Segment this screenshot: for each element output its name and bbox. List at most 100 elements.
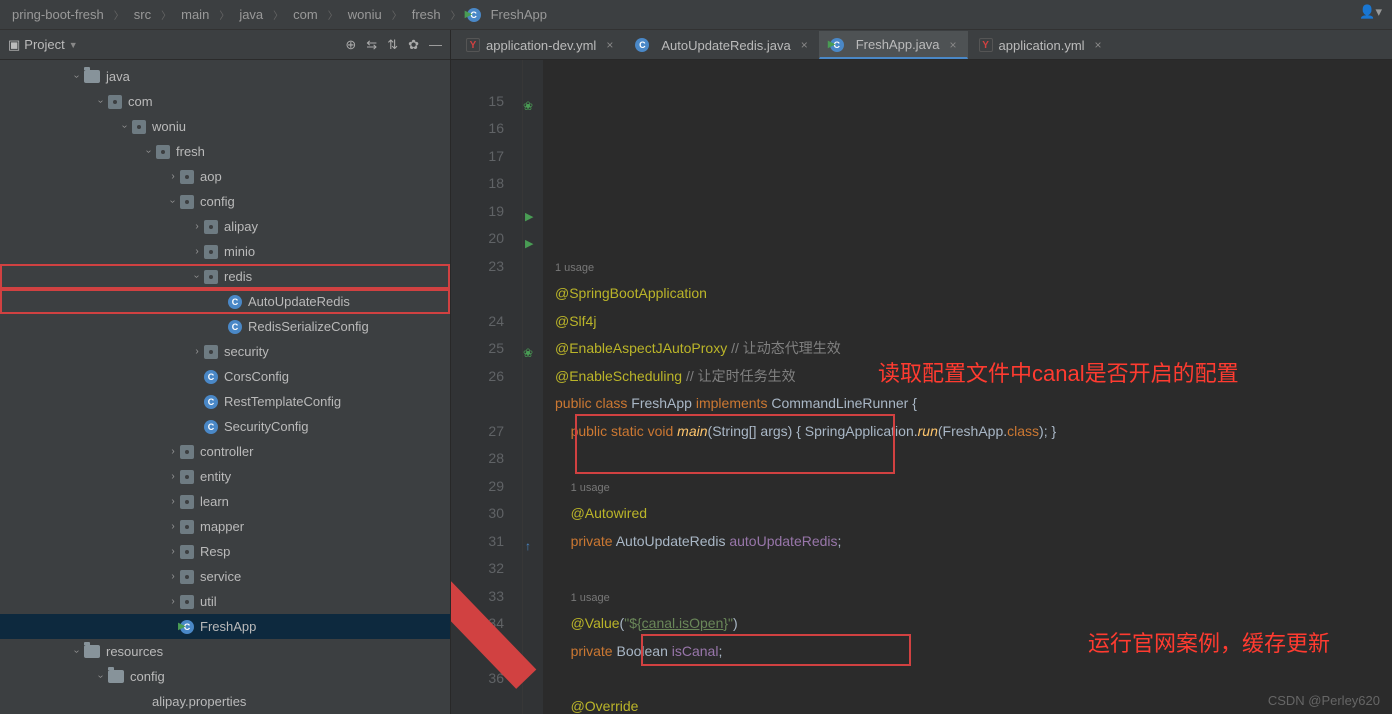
- tree-item-service[interactable]: service: [0, 564, 450, 589]
- code-line[interactable]: public static void main(String[] args) {…: [555, 418, 1392, 446]
- folder-icon: [108, 670, 124, 683]
- tree-item-freshapp[interactable]: FreshApp: [0, 614, 450, 639]
- breadcrumb-item[interactable]: src: [130, 7, 155, 22]
- yaml-icon: [466, 38, 480, 52]
- tree-item-resp[interactable]: Resp: [0, 539, 450, 564]
- code-line[interactable]: @Slf4j: [555, 308, 1392, 336]
- tree-label: AutoUpdateRedis: [248, 294, 350, 309]
- breadcrumb-item[interactable]: java: [235, 7, 267, 22]
- close-icon[interactable]: ×: [801, 38, 808, 52]
- settings-icon[interactable]: ✿: [408, 37, 419, 53]
- class-icon: [228, 320, 242, 334]
- run-icon: [180, 620, 194, 634]
- tree-item-java[interactable]: java: [0, 64, 450, 89]
- locate-icon[interactable]: ⊕: [345, 37, 356, 53]
- tree-item-autoupdateredis[interactable]: AutoUpdateRedis: [0, 289, 450, 314]
- breadcrumb-item[interactable]: pring-boot-fresh: [8, 7, 108, 22]
- tab-AutoUpdateRedis.java[interactable]: AutoUpdateRedis.java×: [624, 31, 818, 59]
- class-icon: [204, 420, 218, 434]
- code-line[interactable]: 1 usage: [555, 473, 1392, 501]
- code-line[interactable]: private Boolean isCanal;: [555, 638, 1392, 666]
- breadcrumb-item[interactable]: com: [289, 7, 322, 22]
- tree-item-minio[interactable]: minio: [0, 239, 450, 264]
- class-icon: [228, 295, 242, 309]
- code-line[interactable]: @EnableScheduling // 让定时任务生效: [555, 363, 1392, 391]
- tree-item-resttemplateconfig[interactable]: RestTemplateConfig: [0, 389, 450, 414]
- code-line[interactable]: 1 usage: [555, 253, 1392, 281]
- tree-label: config: [200, 194, 235, 209]
- project-sidebar: ▣ Project ▼ ⊕ ⇆ ⇅ ✿ — java com woniu fresh a…: [0, 30, 451, 714]
- tree-label: mapper: [200, 519, 244, 534]
- tree-item-com[interactable]: com: [0, 89, 450, 114]
- tree-item-aop[interactable]: aop: [0, 164, 450, 189]
- tree-item-config[interactable]: config: [0, 664, 450, 689]
- tree-label: SecurityConfig: [224, 419, 309, 434]
- class-icon: [635, 38, 649, 52]
- code-line[interactable]: @Autowired: [555, 500, 1392, 528]
- project-tree[interactable]: java com woniu fresh aop config alipay minio red…: [0, 60, 450, 714]
- folder-icon: [84, 645, 100, 658]
- tab-application-dev.yml[interactable]: application-dev.yml×: [455, 31, 624, 59]
- watermark: CSDN @Perley620: [1268, 693, 1380, 708]
- close-icon[interactable]: ×: [950, 38, 957, 52]
- tree-label: resources: [106, 644, 163, 659]
- code-line[interactable]: 1 usage: [555, 583, 1392, 611]
- tree-item-resources[interactable]: resources: [0, 639, 450, 664]
- code-line[interactable]: @Override: [555, 693, 1392, 714]
- tree-item-alipay.properties[interactable]: alipay.properties: [0, 689, 450, 714]
- tree-item-util[interactable]: util: [0, 589, 450, 614]
- project-view-icon[interactable]: ▣: [8, 37, 20, 53]
- tree-label: redis: [224, 269, 252, 284]
- tree-label: entity: [200, 469, 231, 484]
- user-icon[interactable]: 👤▾: [1359, 4, 1382, 20]
- expand-icon[interactable]: ⇆: [366, 37, 377, 53]
- tree-item-corsconfig[interactable]: CorsConfig: [0, 364, 450, 389]
- pkg-icon: [180, 445, 194, 459]
- tree-item-security[interactable]: security: [0, 339, 450, 364]
- tree-item-alipay[interactable]: alipay: [0, 214, 450, 239]
- code-line[interactable]: [555, 555, 1392, 583]
- tree-label: learn: [200, 494, 229, 509]
- tree-item-learn[interactable]: learn: [0, 489, 450, 514]
- tab-application.yml[interactable]: application.yml×: [968, 31, 1113, 59]
- breadcrumb-item[interactable]: main: [177, 7, 213, 22]
- tree-item-entity[interactable]: entity: [0, 464, 450, 489]
- breadcrumb-item[interactable]: woniu: [344, 7, 386, 22]
- yaml-icon: [979, 38, 993, 52]
- collapse-icon[interactable]: ⇅: [387, 37, 398, 53]
- tree-item-fresh[interactable]: fresh: [0, 139, 450, 164]
- tree-item-redis[interactable]: redis: [0, 264, 450, 289]
- code-line[interactable]: [555, 665, 1392, 693]
- tree-item-mapper[interactable]: mapper: [0, 514, 450, 539]
- code-line[interactable]: @EnableAspectJAutoProxy // 让动态代理生效: [555, 335, 1392, 363]
- close-icon[interactable]: ×: [606, 38, 613, 52]
- code-line[interactable]: @SpringBootApplication: [555, 280, 1392, 308]
- pkg-icon: [180, 170, 194, 184]
- tree-item-controller[interactable]: controller: [0, 439, 450, 464]
- tree-label: minio: [224, 244, 255, 259]
- tree-label: fresh: [176, 144, 205, 159]
- close-icon[interactable]: ×: [1095, 38, 1102, 52]
- breadcrumb-item[interactable]: FreshApp: [487, 7, 551, 22]
- tree-item-config[interactable]: config: [0, 189, 450, 214]
- tree-item-woniu[interactable]: woniu: [0, 114, 450, 139]
- pkg-icon: [156, 145, 170, 159]
- pkg-icon: [204, 345, 218, 359]
- code-line[interactable]: private AutoUpdateRedis autoUpdateRedis;: [555, 528, 1392, 556]
- code-line[interactable]: public class FreshApp implements Command…: [555, 390, 1392, 418]
- pkg-icon: [204, 245, 218, 259]
- project-label[interactable]: Project: [24, 37, 64, 52]
- run-icon: [830, 38, 844, 52]
- tab-FreshApp.java[interactable]: FreshApp.java×: [819, 31, 968, 59]
- code-line[interactable]: @Value("${canal.isOpen}"): [555, 610, 1392, 638]
- hide-icon[interactable]: —: [429, 37, 442, 53]
- code-line[interactable]: [555, 445, 1392, 473]
- code-editor[interactable]: 1516171819202324252627282930313233343536…: [451, 60, 1392, 714]
- breadcrumb-item[interactable]: fresh: [408, 7, 445, 22]
- tree-label: com: [128, 94, 153, 109]
- pkg-icon: [180, 520, 194, 534]
- tree-item-redisserializeconfig[interactable]: RedisSerializeConfig: [0, 314, 450, 339]
- dropdown-icon[interactable]: ▼: [69, 40, 78, 50]
- tree-item-securityconfig[interactable]: SecurityConfig: [0, 414, 450, 439]
- project-header: ▣ Project ▼ ⊕ ⇆ ⇅ ✿ —: [0, 30, 450, 60]
